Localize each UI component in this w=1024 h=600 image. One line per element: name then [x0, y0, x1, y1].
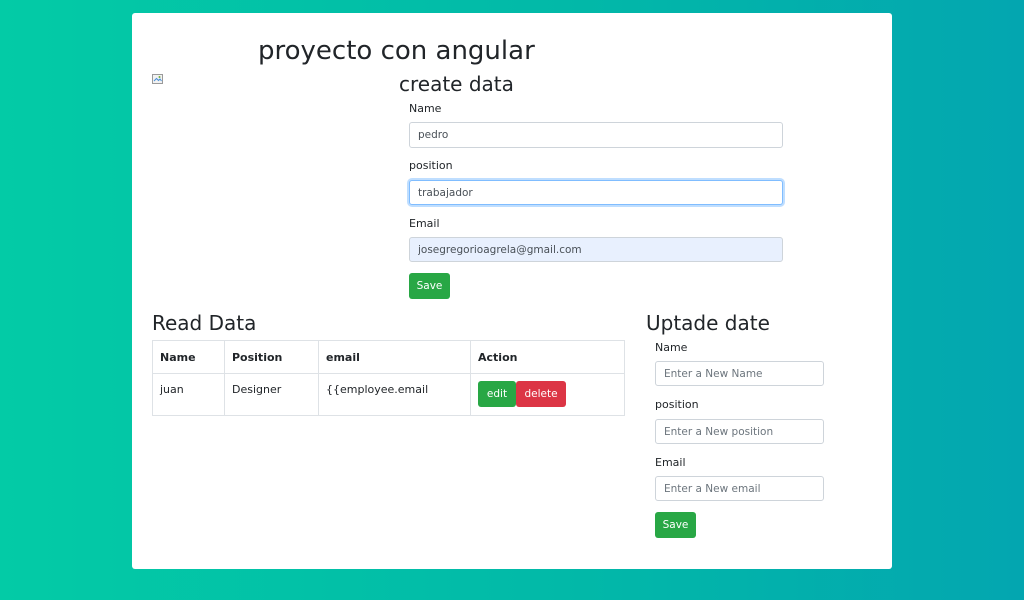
- update-email-input[interactable]: [655, 476, 824, 501]
- delete-button[interactable]: delete: [516, 381, 566, 407]
- update-name-input[interactable]: [655, 361, 824, 386]
- employee-table: Name Position email Action juan Designer…: [152, 340, 625, 416]
- update-data-title: Uptade date: [646, 311, 770, 335]
- update-position-input[interactable]: [655, 419, 824, 444]
- column-header-action: Action: [470, 340, 625, 374]
- create-position-input[interactable]: [409, 180, 783, 205]
- column-header-name: Name: [152, 340, 225, 374]
- column-header-email: email: [318, 340, 471, 374]
- read-data-title: Read Data: [152, 311, 257, 335]
- cell-action: edit delete: [470, 373, 625, 416]
- update-name-label: Name: [655, 341, 688, 354]
- create-data-title: create data: [399, 72, 514, 96]
- update-email-label: Email: [655, 456, 686, 469]
- broken-image-icon: [152, 74, 163, 84]
- create-save-button[interactable]: Save: [409, 273, 450, 299]
- cell-name: juan: [152, 373, 225, 416]
- cell-email: {{employee.email: [318, 373, 471, 416]
- table-header-row: Name Position email Action: [152, 340, 625, 374]
- table-row: juan Designer {{employee.email edit delet…: [152, 373, 625, 416]
- column-header-position: Position: [224, 340, 319, 374]
- page-title: proyecto con angular: [258, 36, 535, 66]
- update-position-label: position: [655, 398, 699, 411]
- update-save-button[interactable]: Save: [655, 512, 696, 538]
- create-position-label: position: [409, 159, 453, 172]
- edit-button[interactable]: edit: [478, 381, 516, 407]
- create-email-input[interactable]: [409, 237, 783, 262]
- create-name-label: Name: [409, 102, 442, 115]
- create-email-label: Email: [409, 217, 440, 230]
- main-card: proyecto con angular create data Name po…: [132, 13, 892, 569]
- create-name-input[interactable]: [409, 122, 783, 148]
- cell-position: Designer: [224, 373, 319, 416]
